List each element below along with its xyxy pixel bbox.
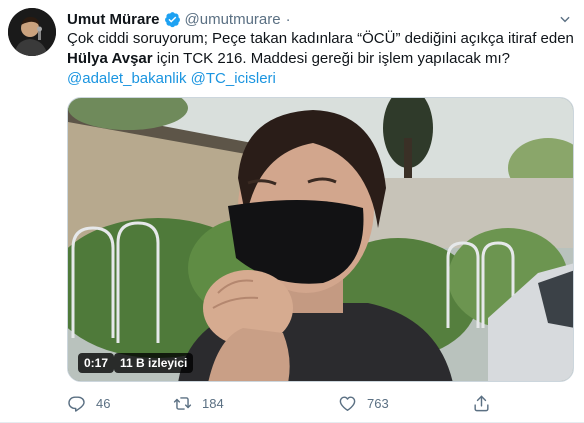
reply-count: 46 — [96, 395, 111, 411]
chevron-down-icon — [560, 16, 570, 23]
more-options-button[interactable] — [556, 10, 574, 28]
bold-name: Hülya Avşar — [67, 50, 153, 67]
reply-icon — [68, 395, 85, 412]
tweet-header: Umut Mürare @umutmurare · — [67, 9, 296, 29]
display-name[interactable]: Umut Mürare — [67, 11, 160, 28]
mention-adalet-bakanlik[interactable]: @adalet_bakanlik — [67, 70, 186, 87]
reply-button[interactable]: 46 — [67, 393, 110, 413]
tweet-text: Çok ciddi soruyorum; Peçe takan kadınlar… — [67, 29, 574, 89]
video-views-badge: 11 B izleyici — [114, 353, 194, 373]
mention-tc-icisleri[interactable]: @TC_icisleri — [191, 70, 276, 87]
tweet-text-line-2-rest: için TCK 216. Maddesi gereği bir işlem y… — [152, 50, 510, 67]
retweet-icon — [173, 396, 192, 410]
video-thumbnail — [68, 98, 573, 381]
video-duration-badge: 0:17 — [78, 353, 115, 373]
retweet-count: 184 — [202, 395, 224, 411]
like-button[interactable]: 763 — [338, 393, 389, 413]
share-button[interactable] — [472, 393, 501, 413]
retweet-button[interactable]: 184 — [173, 393, 224, 413]
heart-icon — [339, 395, 356, 411]
tweet-card[interactable]: Umut Mürare @umutmurare · Çok ciddi soru… — [0, 0, 584, 423]
share-icon — [474, 395, 489, 411]
verified-badge-icon — [164, 11, 181, 28]
like-count: 763 — [367, 395, 389, 411]
tweet-text-line-3: @adalet_bakanlik @TC_icisleri — [67, 69, 567, 89]
separator: · — [285, 10, 291, 28]
tweet-text-line-2: Hülya Avşar için TCK 216. Maddesi gereği… — [67, 49, 567, 69]
handle[interactable]: @umutmurare — [185, 11, 281, 28]
video-player[interactable]: 0:17 11 B izleyici — [67, 97, 574, 382]
avatar[interactable] — [8, 8, 56, 56]
tweet-actions: 46 184 763 — [67, 393, 497, 413]
tweet-text-line-1: Çok ciddi soruyorum; Peçe takan kadınlar… — [67, 30, 574, 47]
